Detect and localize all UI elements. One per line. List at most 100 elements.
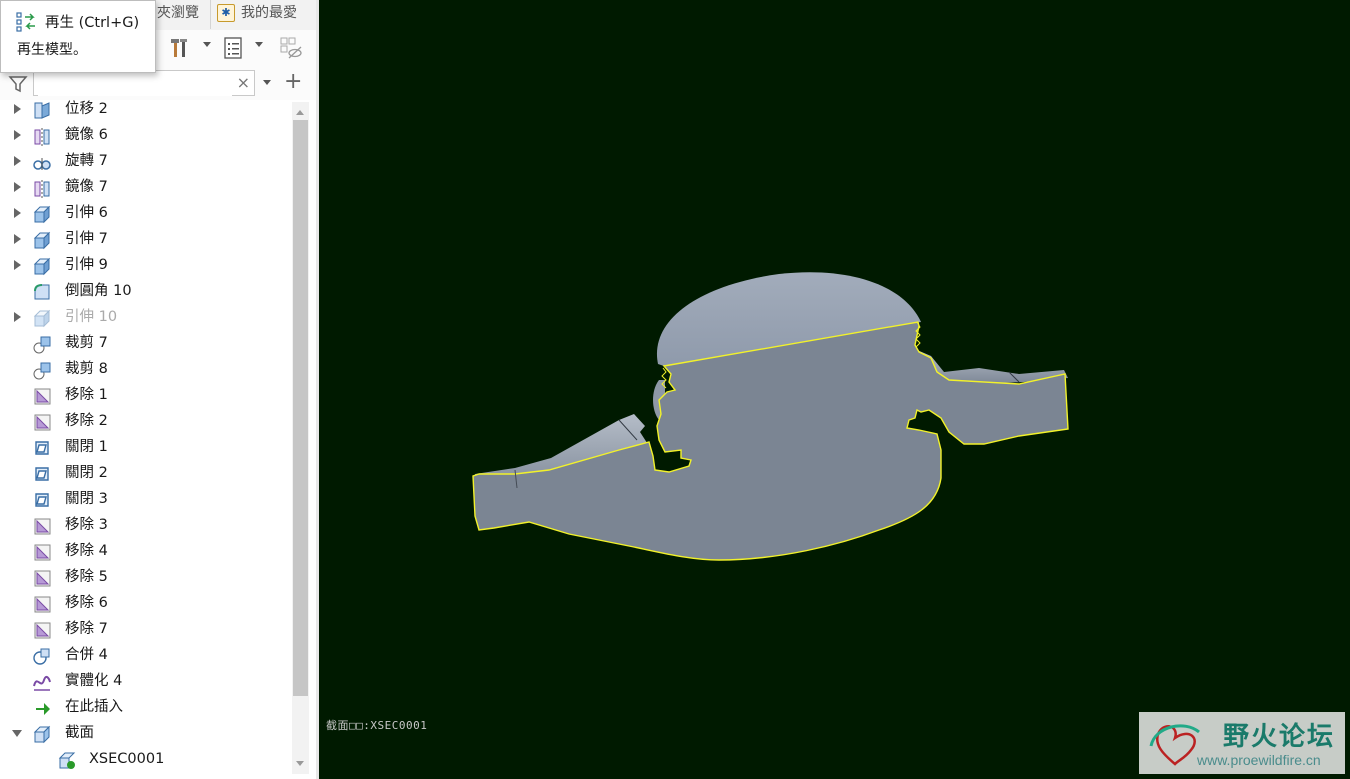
- search-options-dropdown-icon[interactable]: [263, 80, 271, 85]
- hide-items-icon[interactable]: [279, 36, 303, 60]
- tree-item[interactable]: 引伸 9: [0, 254, 292, 280]
- section-icon: [33, 725, 51, 744]
- tree-item-label: 合併 4: [65, 647, 108, 663]
- section-model-view: [472, 272, 1069, 561]
- clear-search-icon[interactable]: ×: [237, 73, 250, 92]
- regenerate-icon: [16, 12, 35, 32]
- tree-item-label: 引伸 10: [65, 309, 118, 325]
- tools-icon[interactable]: [168, 36, 192, 60]
- tree-item[interactable]: 實體化 4: [0, 670, 292, 696]
- tree-item[interactable]: 旋轉 7: [0, 150, 292, 176]
- tree-item-label: 在此插入: [65, 699, 123, 715]
- insert-here-icon: [36, 703, 50, 715]
- tree-item[interactable]: 引伸 6: [0, 202, 292, 228]
- solidify-icon: [33, 675, 51, 691]
- xsec-icon: [58, 752, 76, 769]
- tree-scrollbar[interactable]: [292, 102, 309, 774]
- expand-arrow-icon[interactable]: [14, 234, 21, 244]
- remove-icon: [34, 596, 51, 613]
- tree-item[interactable]: 移除 6: [0, 592, 292, 618]
- expand-arrow-icon[interactable]: [14, 208, 21, 218]
- section-name-label: 截面□□:XSEC0001: [326, 719, 428, 732]
- expand-arrow-icon[interactable]: [14, 182, 21, 192]
- model-tree-panel: 夾瀏覽 ✱ 我的最愛 × + 位移 2 鏡像 6 旋轉 7 鏡像 7 引伸 6 …: [0, 0, 316, 779]
- watermark-logo: 野火论坛 www.proewildfire.cn: [1139, 712, 1345, 774]
- expand-arrow-icon[interactable]: [14, 156, 21, 166]
- watermark-emblem-icon: [1149, 724, 1200, 766]
- tree-item[interactable]: 截面: [0, 722, 292, 748]
- search-input[interactable]: [38, 72, 232, 96]
- tooltip-description: 再生模型。: [17, 42, 87, 58]
- tree-item-label: 裁剪 8: [65, 361, 108, 377]
- tree-item[interactable]: 移除 3: [0, 514, 292, 540]
- tree-item-label: 位移 2: [65, 101, 108, 117]
- tree-item[interactable]: 移除 1: [0, 384, 292, 410]
- tree-item[interactable]: XSEC0001: [0, 748, 292, 774]
- remove-icon: [34, 570, 51, 587]
- tree-item[interactable]: 引伸 10: [0, 306, 292, 332]
- tab-folder-browser[interactable]: 夾瀏覽: [157, 0, 207, 29]
- tree-item[interactable]: 鏡像 6: [0, 124, 292, 150]
- trim-icon: [33, 362, 51, 380]
- tree-item[interactable]: 裁剪 7: [0, 332, 292, 358]
- tree-item[interactable]: 關閉 3: [0, 488, 292, 514]
- tab-favorites[interactable]: ✱ 我的最愛: [210, 0, 323, 29]
- settings-dropdown-icon[interactable]: [255, 42, 263, 47]
- tree-item-label: 移除 3: [65, 517, 108, 533]
- tree-settings-icon[interactable]: [222, 36, 246, 60]
- tree-item[interactable]: 裁剪 8: [0, 358, 292, 384]
- mirror-icon: [34, 128, 50, 146]
- tree-item[interactable]: 在此插入: [0, 696, 292, 722]
- tab-folder-label: 夾瀏覽: [157, 5, 199, 21]
- tree-item-label: 引伸 9: [65, 257, 108, 273]
- tree-item-label: 鏡像 6: [65, 127, 108, 143]
- add-column-button[interactable]: +: [284, 69, 302, 95]
- watermark-url: www.proewildfire.cn: [1197, 752, 1321, 768]
- tree-item-label: 關閉 3: [65, 491, 108, 507]
- tree-item[interactable]: 移除 7: [0, 618, 292, 644]
- trim-icon: [33, 336, 51, 354]
- expand-arrow-icon[interactable]: [14, 260, 21, 270]
- tree-item[interactable]: 引伸 7: [0, 228, 292, 254]
- collapse-arrow-icon[interactable]: [12, 730, 22, 737]
- tools-dropdown-icon[interactable]: [203, 42, 211, 47]
- regenerate-tooltip: 再生 (Ctrl+G) 再生模型。: [0, 0, 156, 73]
- mirror-icon: [34, 180, 50, 198]
- tooltip-title: 再生 (Ctrl+G): [45, 15, 140, 31]
- extrude-icon: [33, 257, 51, 276]
- tree-item[interactable]: 移除 5: [0, 566, 292, 592]
- scroll-up-icon[interactable]: [296, 110, 304, 115]
- scroll-down-icon[interactable]: [296, 761, 304, 766]
- tree-item[interactable]: 鏡像 7: [0, 176, 292, 202]
- tree-item-label: 移除 5: [65, 569, 108, 585]
- tree-item[interactable]: 關閉 1: [0, 436, 292, 462]
- tree-item-label: 引伸 6: [65, 205, 108, 221]
- tree-item-label: 旋轉 7: [65, 153, 108, 169]
- merge-icon: [33, 648, 50, 665]
- close-surface-icon: [35, 493, 49, 507]
- expand-arrow-icon[interactable]: [14, 104, 21, 114]
- scrollbar-thumb[interactable]: [293, 120, 308, 696]
- filter-icon[interactable]: [8, 74, 28, 94]
- tree-item-label: 倒圓角 10: [65, 283, 132, 299]
- tree-item-label: 關閉 1: [65, 439, 108, 455]
- tree-item-label: 裁剪 7: [65, 335, 108, 351]
- tree-item[interactable]: 關閉 2: [0, 462, 292, 488]
- tree-item[interactable]: 合併 4: [0, 644, 292, 670]
- tree-item[interactable]: 移除 4: [0, 540, 292, 566]
- expand-arrow-icon[interactable]: [14, 130, 21, 140]
- graphics-viewport[interactable]: 截面□□:XSEC0001 野火论坛 www.proewildfire.cn: [319, 0, 1350, 779]
- tree-item[interactable]: 倒圓角 10: [0, 280, 292, 306]
- tree-item[interactable]: 位移 2: [0, 100, 292, 124]
- expand-arrow-icon[interactable]: [14, 312, 21, 322]
- search-box: ×: [33, 70, 255, 96]
- tree-item-label: 關閉 2: [65, 465, 108, 481]
- remove-icon: [34, 544, 51, 561]
- favorites-icon: ✱: [217, 4, 235, 22]
- tree-item-label: 移除 7: [65, 621, 108, 637]
- model-tree: 位移 2 鏡像 6 旋轉 7 鏡像 7 引伸 6 引伸 7 引伸 9 倒圓角 10 引伸 10 裁…: [0, 100, 292, 774]
- remove-icon: [34, 388, 51, 405]
- tree-item-label: 鏡像 7: [65, 179, 108, 195]
- tree-item[interactable]: 移除 2: [0, 410, 292, 436]
- tree-item-label: 截面: [65, 725, 94, 741]
